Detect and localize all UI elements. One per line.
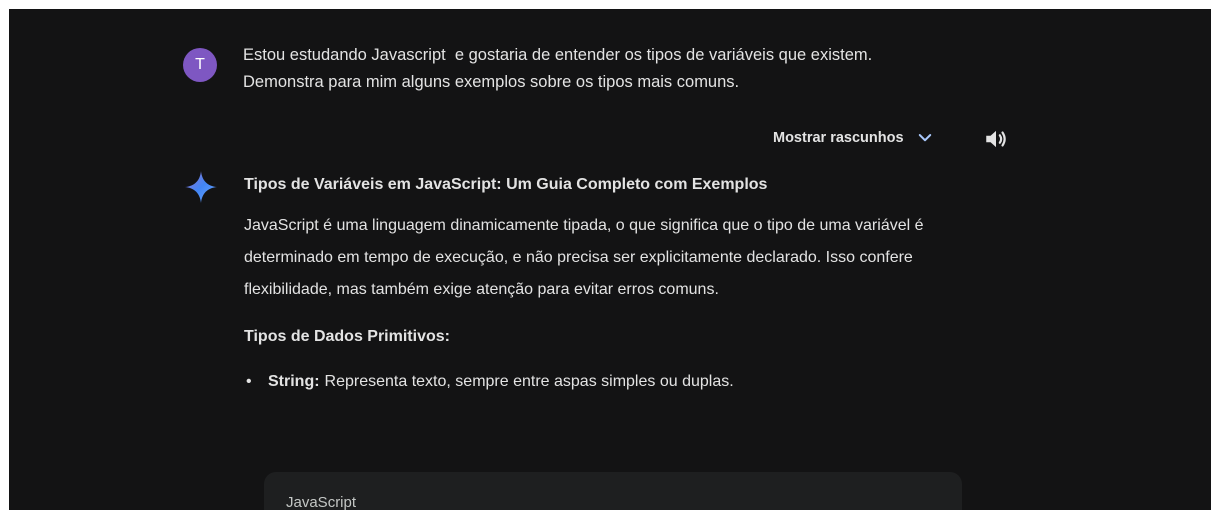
response-intro: JavaScript é uma linguagem dinamicamente… <box>244 217 924 298</box>
code-language-label: JavaScript <box>286 494 357 510</box>
show-drafts-label: Mostrar rascunhos <box>773 130 904 146</box>
show-drafts-button[interactable]: Mostrar rascunhos <box>773 129 934 147</box>
gemini-sparkle-icon <box>185 171 217 203</box>
chat-window: T Estou estudando Javascript e gostaria … <box>9 9 1211 510</box>
list-item: • String: Representa texto, sempre entre … <box>244 369 944 395</box>
section-title: Tipos de Dados Primitivos: <box>244 328 450 345</box>
user-message: T Estou estudando Javascript e gostaria … <box>183 42 943 96</box>
response-title: Tipos de Variáveis em JavaScript: Um Gui… <box>244 176 768 193</box>
list-item-term: String: <box>268 373 320 390</box>
avatar-letter: T <box>195 56 205 73</box>
user-message-text: Estou estudando Javascript e gostaria de… <box>243 46 877 91</box>
model-response: Tipos de Variáveis em JavaScript: Um Gui… <box>244 172 944 395</box>
code-block: JavaScript <box>264 472 962 510</box>
chevron-down-icon <box>918 134 931 142</box>
list-item-text: Representa texto, sempre entre aspas sim… <box>324 373 734 390</box>
user-avatar[interactable]: T <box>183 48 217 82</box>
bullet-icon: • <box>246 373 252 390</box>
list-item-content: String: Representa texto, sempre entre as… <box>268 369 734 395</box>
speaker-icon[interactable] <box>983 126 1009 152</box>
